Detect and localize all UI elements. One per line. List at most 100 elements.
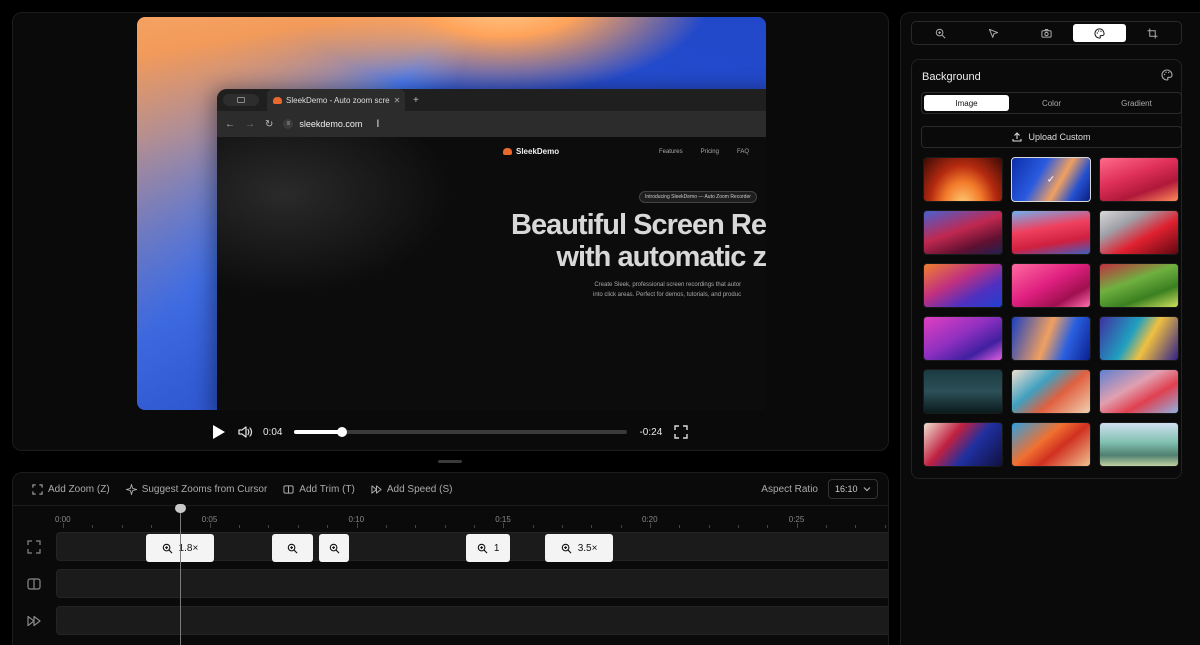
tab-background[interactable]	[1073, 24, 1126, 42]
segment-gradient[interactable]: Gradient	[1094, 95, 1179, 111]
wallpaper-thumb-1[interactable]	[923, 157, 1003, 202]
aspect-ratio-select[interactable]: 16:10	[828, 479, 878, 499]
timeline-panel: Add Zoom (Z) Suggest Zooms from Cursor A…	[12, 472, 889, 645]
segment-color[interactable]: Color	[1009, 95, 1094, 111]
speed-track-icon	[27, 615, 41, 627]
url-text: sleekdemo.com	[299, 119, 363, 129]
site-nav-pricing: Pricing	[700, 148, 719, 155]
wallpaper-thumb-4[interactable]	[923, 210, 1003, 255]
wallpaper-thumb-17[interactable]	[1011, 422, 1091, 467]
ruler-tick-mark	[708, 525, 710, 528]
wallpaper-thumb-9[interactable]	[1099, 263, 1179, 308]
ruler-tick-mark	[620, 525, 622, 528]
wallpaper-thumb-11[interactable]	[1011, 316, 1091, 361]
ruler-tick-mark	[826, 525, 828, 528]
player-controls: 0:04 -0:24	[211, 423, 691, 441]
site-nav-features: Features	[658, 148, 683, 155]
site-hero-sub-line1: Create Sleek, professional screen record…	[594, 282, 742, 288]
ruler-tick-mark	[297, 525, 299, 528]
wallpaper-thumb-12[interactable]	[1099, 316, 1179, 361]
zoom-segment[interactable]: 1	[466, 534, 511, 562]
tool-tabs	[911, 21, 1182, 45]
ruler-tick-mark	[738, 525, 740, 528]
wallpaper-thumb-13[interactable]	[923, 369, 1003, 414]
segment-image[interactable]: Image	[924, 95, 1009, 111]
zoom-segment[interactable]	[272, 534, 314, 562]
wallpaper-thumb-6[interactable]	[1099, 210, 1179, 255]
add-speed-button[interactable]: Add Speed (S)	[371, 483, 453, 495]
panel-resize-handle[interactable]	[438, 460, 462, 463]
ruler-tick-mark	[239, 525, 241, 528]
tab-crop[interactable]	[1126, 24, 1179, 42]
zoom-in-icon	[561, 543, 572, 553]
speed-track-row	[13, 606, 888, 636]
fast-forward-icon	[371, 484, 382, 494]
wallpaper-thumb-14[interactable]	[1011, 369, 1091, 414]
wallpaper-thumb-16[interactable]	[923, 422, 1003, 467]
zoom-segment-label: 1	[493, 542, 500, 554]
wallpaper-thumb-15[interactable]	[1099, 369, 1179, 414]
upload-custom-label: Upload Custom	[1028, 132, 1091, 142]
cursor-icon	[988, 28, 999, 38]
wallpaper-thumb-5[interactable]	[1011, 210, 1091, 255]
chevron-down-icon	[863, 487, 871, 492]
add-trim-button[interactable]: Add Trim (T)	[283, 484, 355, 495]
wallpaper-thumb-18[interactable]	[1099, 422, 1179, 467]
zoom-in-icon	[329, 543, 339, 553]
volume-icon[interactable]	[237, 424, 253, 440]
wallpaper-thumb-8[interactable]	[1011, 263, 1091, 308]
tab-zoom[interactable]	[914, 24, 967, 42]
ruler-tick-mark	[561, 525, 563, 528]
zoom-segment[interactable]	[319, 534, 349, 562]
site-nav-links: Features Pricing FAQ	[659, 149, 749, 155]
ruler-tick-mark	[356, 523, 358, 528]
wallpaper-thumb-3[interactable]	[1099, 157, 1179, 202]
zoom-track-row: 1.8× 1 3.5×	[13, 532, 888, 562]
remaining-time: -0:24	[639, 426, 663, 438]
seek-thumb[interactable]	[337, 427, 348, 437]
wallpaper-thumb-7[interactable]	[923, 263, 1003, 308]
timeline-toolbar: Add Zoom (Z) Suggest Zooms from Cursor A…	[13, 473, 888, 506]
suggest-zooms-button[interactable]: Suggest Zooms from Cursor	[125, 483, 267, 495]
url-field: ≡ sleekdemo.com I	[283, 118, 380, 130]
site-announcement-badge: Introducing SleekDemo — Auto Zoom Record…	[639, 191, 757, 203]
play-button[interactable]	[211, 424, 227, 440]
sleekdemo-favicon-icon	[273, 96, 282, 104]
text-cursor-icon: I	[376, 118, 380, 130]
fullscreen-icon[interactable]	[674, 425, 688, 439]
playhead[interactable]	[175, 504, 187, 645]
aspect-ratio-value: 16:10	[835, 484, 858, 494]
zoom-in-icon	[162, 543, 173, 553]
site-logo: SleekDemo	[503, 147, 559, 156]
wallpaper-thumb-10[interactable]	[923, 316, 1003, 361]
ruler-tick-mark	[503, 523, 505, 528]
wallpaper-grid: ✓	[923, 157, 1181, 467]
ruler-tick-mark	[532, 525, 534, 528]
background-card: Background Image Color Gradient Upload C…	[911, 59, 1182, 479]
tab-close-icon: ✕	[393, 95, 401, 105]
add-speed-label: Add Speed (S)	[386, 483, 453, 495]
timeline-ruler[interactable]: 0:00 0:05 0:10 0:15 0:20 0:25	[13, 506, 888, 528]
palette-icon	[1161, 69, 1173, 81]
add-zoom-button[interactable]: Add Zoom (Z)	[32, 484, 110, 495]
site-hero-title: Beautiful Screen Re with automatic z	[511, 209, 766, 273]
site-nav: SleekDemo Features Pricing FAQ	[503, 147, 766, 156]
wallpaper-thumb-2[interactable]: ✓	[1011, 157, 1091, 202]
add-zoom-label: Add Zoom (Z)	[48, 483, 110, 495]
seek-bar[interactable]	[294, 427, 628, 437]
new-tab-icon: +	[413, 94, 419, 106]
tab-camera[interactable]	[1020, 24, 1073, 42]
video-preview[interactable]: SleekDemo - Auto zoom scre ✕ + ← → ↻ ≡ s…	[137, 17, 766, 410]
ruler-tick-mark	[209, 523, 211, 528]
ruler-tick-mark	[444, 525, 446, 528]
zoom-segment-label: 3.5×	[577, 542, 598, 554]
ruler-tick-mark	[415, 525, 417, 528]
zoom-segment[interactable]: 3.5×	[545, 534, 613, 562]
current-time: 0:04	[263, 426, 283, 438]
upload-custom-button[interactable]: Upload Custom	[921, 126, 1182, 148]
reload-icon: ↻	[265, 118, 274, 130]
zoom-in-icon	[477, 543, 488, 553]
tab-cursor[interactable]	[967, 24, 1020, 42]
site-settings-icon: ≡	[283, 119, 294, 129]
trim-track-icon	[27, 578, 41, 590]
